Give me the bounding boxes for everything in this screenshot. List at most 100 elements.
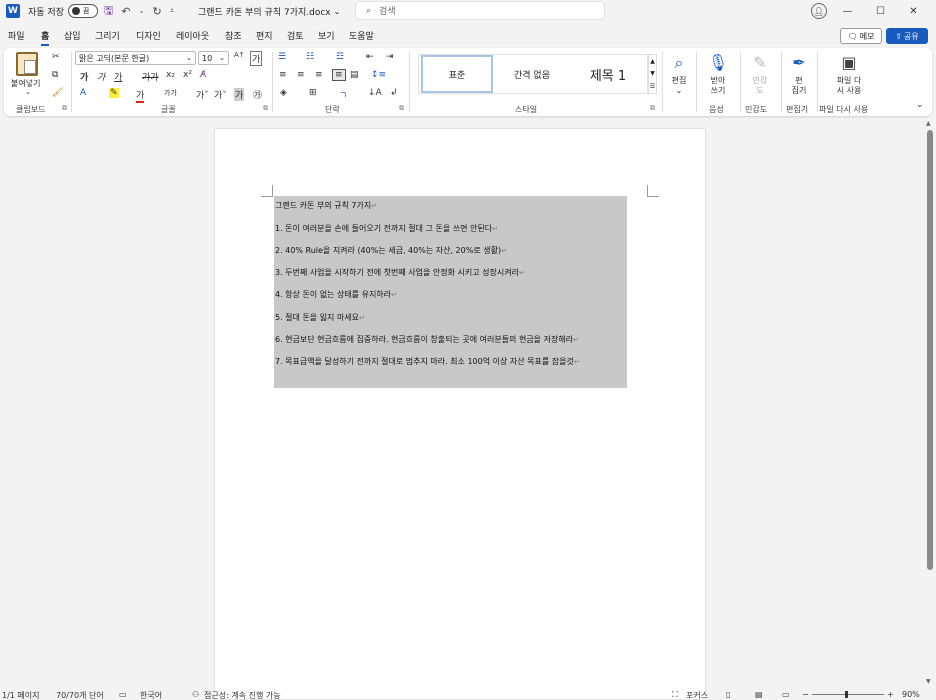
close-icon[interactable]: ✕ <box>897 6 930 17</box>
dialog-launcher-icon[interactable]: ⧉ <box>399 104 404 113</box>
superscript-icon[interactable]: x² <box>183 70 192 80</box>
copy-icon[interactable]: ⧉ <box>52 70 58 80</box>
document-line[interactable]: 6. 현금보단 현금흐름에 집중하라. 현금흐름이 창출되는 곳에 여러분들의 … <box>275 334 579 345</box>
distributed-icon[interactable]: ▤ <box>350 70 359 80</box>
show-marks-icon[interactable]: ↲ <box>390 88 398 98</box>
numbering-icon[interactable]: ☷ <box>306 52 314 62</box>
borders-icon[interactable]: ⊞ <box>309 88 317 98</box>
asian-layout-icon[interactable]: ㄱ <box>339 88 347 101</box>
justify-icon[interactable]: ≡ <box>332 69 346 81</box>
highlight-icon[interactable]: ✎ <box>109 88 119 98</box>
subscript-icon[interactable]: x₂ <box>166 70 175 80</box>
tab-layout[interactable]: 레이아웃 <box>176 29 209 42</box>
tab-view[interactable]: 보기 <box>318 29 335 42</box>
search-input[interactable]: ⌕ 검색 <box>355 1 605 20</box>
zoom-slider-thumb[interactable] <box>845 691 848 698</box>
decrease-indent-icon[interactable]: ⇤ <box>366 52 374 62</box>
scroll-down-icon[interactable]: ▼ <box>926 678 931 685</box>
grow-font-icon[interactable]: A↑ <box>234 51 245 59</box>
tab-file[interactable]: 파일 <box>8 29 25 42</box>
proofing-icon[interactable]: ▭ <box>119 690 127 699</box>
document-line[interactable]: 4. 항상 돈이 없는 상태를 유지하라↵ <box>275 289 397 300</box>
print-layout-icon[interactable]: ▤ <box>755 690 763 699</box>
web-layout-icon[interactable]: ▭ <box>782 690 790 699</box>
zoom-level[interactable]: 90% <box>902 690 920 699</box>
phonetic-guide-icon[interactable]: 가ˇ <box>214 88 227 101</box>
font-name-combobox[interactable]: 맑은 고딕(본문 한글) ⌄ <box>75 51 196 65</box>
autosave-control[interactable]: 자동 저장 끔 <box>28 0 98 22</box>
tab-references[interactable]: 참조 <box>225 29 242 42</box>
scrollbar-thumb[interactable] <box>927 130 933 570</box>
document-line[interactable]: 5. 절대 돈을 잃지 마세요↵ <box>275 312 365 323</box>
dialog-launcher-icon[interactable]: ⧉ <box>263 104 268 113</box>
chevron-up-icon[interactable]: ▲ <box>650 58 655 65</box>
tab-help[interactable]: 도움말 <box>349 29 374 42</box>
sensitivity-button[interactable]: ✎ 민감 도 <box>746 52 774 96</box>
editing-button[interactable]: ⌕ 편집 ⌄ <box>666 52 692 96</box>
document-line[interactable]: 7. 목표금액을 달성하기 전까지 절대로 멈추지 마라. 최소 100억 이상… <box>275 356 580 367</box>
change-case-icon[interactable]: 가 <box>250 51 263 66</box>
read-mode-icon[interactable]: ▯ <box>726 690 730 699</box>
font-color-icon[interactable]: 가 <box>136 88 145 103</box>
document-page[interactable]: 그랜드 카돈 부의 규칙 7가지↵ 1. 돈이 여러분을 손에 들어오기 전까지… <box>214 128 706 700</box>
accessibility-status[interactable]: 접근성: 계속 진행 가능 <box>204 690 281 700</box>
underline-icon[interactable]: 가 <box>114 70 122 83</box>
memo-button[interactable]: 🗨︎ 메모 <box>840 28 882 44</box>
document-title[interactable]: 그랜드 카돈 부의 규칙 7가지.docx ⌄ <box>198 0 340 22</box>
ribbon-collapse-icon[interactable]: ⌄ <box>916 100 924 110</box>
strikethrough-icon[interactable]: 가가 <box>142 70 159 83</box>
autosave-toggle[interactable]: 끔 <box>67 4 98 18</box>
char-shading-icon[interactable]: 가가 <box>164 88 177 98</box>
paste-icon[interactable] <box>16 52 38 76</box>
tab-review[interactable]: 검토 <box>287 29 304 42</box>
zoom-out-icon[interactable]: − <box>802 690 809 699</box>
tab-mailings[interactable]: 편지 <box>256 29 273 42</box>
maximize-icon[interactable]: ☐ <box>864 6 897 17</box>
increase-indent-icon[interactable]: ⇥ <box>386 52 394 62</box>
minimize-icon[interactable]: — <box>831 6 864 17</box>
document-title-line[interactable]: 그랜드 카돈 부의 규칙 7가지↵ <box>275 200 377 211</box>
scroll-up-icon[interactable]: ▲ <box>926 120 931 127</box>
cut-icon[interactable]: ✂ <box>52 52 60 62</box>
align-left-icon[interactable]: ≡ <box>279 70 287 80</box>
style-no-spacing[interactable]: 간격 없음 <box>495 55 569 93</box>
align-right-icon[interactable]: ≡ <box>315 70 323 80</box>
zoom-slider[interactable] <box>812 694 884 695</box>
bold-icon[interactable]: 가 <box>80 70 88 83</box>
shading-icon[interactable]: ◈ <box>280 88 287 98</box>
char-border-icon[interactable]: 가 <box>234 88 245 101</box>
document-line[interactable]: 3. 두번째 사업을 시작하기 전에 첫번째 사업을 안정화 시키고 성장시켜라… <box>275 267 525 278</box>
styles-gallery-scroll[interactable]: ▲ ▼ ☰ <box>648 54 657 94</box>
reuse-files-button[interactable]: ▣ 파일 다 시 사용 <box>828 52 870 96</box>
style-normal[interactable]: 표준 <box>421 55 493 93</box>
tab-home[interactable]: 홈 <box>41 29 50 46</box>
word-count[interactable]: 70/70개 단어 <box>56 690 104 700</box>
more-styles-icon[interactable]: ☰ <box>650 83 655 90</box>
dictate-button[interactable]: 🎙︎ 받아 쓰기 <box>702 52 734 96</box>
italic-icon[interactable]: 가 <box>97 70 105 83</box>
undo-icon[interactable]: ↶ <box>121 5 130 18</box>
bullets-icon[interactable]: ☰ <box>278 52 286 62</box>
account-avatar[interactable]: 👤︎ <box>811 3 827 19</box>
undo-dropdown-icon[interactable]: ⌄ <box>139 7 145 15</box>
redo-icon[interactable]: ↻ <box>152 5 161 18</box>
dialog-launcher-icon[interactable]: ⧉ <box>62 104 67 113</box>
page-count[interactable]: 1/1 페이지 <box>2 690 40 700</box>
zoom-in-icon[interactable]: + <box>887 690 894 699</box>
clear-formatting-icon[interactable]: A̸ <box>200 70 206 80</box>
focus-button[interactable]: 포커스 <box>686 690 708 700</box>
document-line[interactable]: 1. 돈이 여러분을 손에 들어오기 전까지 절대 그 돈을 쓰면 안된다↵ <box>275 223 498 234</box>
text-effects-icon[interactable]: A <box>80 88 86 98</box>
multilevel-list-icon[interactable]: ☲ <box>336 52 344 62</box>
enclose-char-icon[interactable]: ㉮ <box>253 88 262 101</box>
align-center-icon[interactable]: ≡ <box>297 70 305 80</box>
document-line[interactable]: 2. 40% Rule을 지켜라 (40%는 세금, 40%는 자산, 20%로… <box>275 245 507 256</box>
chevron-down-icon[interactable]: ▼ <box>650 70 655 77</box>
tab-draw[interactable]: 그리기 <box>95 29 120 42</box>
sort-icon[interactable]: ↓A <box>368 88 382 98</box>
save-icon[interactable]: 🖫 <box>104 2 113 21</box>
customize-toolbar-icon[interactable]: ⩡ <box>170 6 175 16</box>
dialog-launcher-icon[interactable]: ⧉ <box>650 104 655 113</box>
char-spacing-icon[interactable]: 가ˇ <box>196 88 209 101</box>
share-button[interactable]: ⇪ 공유 <box>886 28 928 44</box>
